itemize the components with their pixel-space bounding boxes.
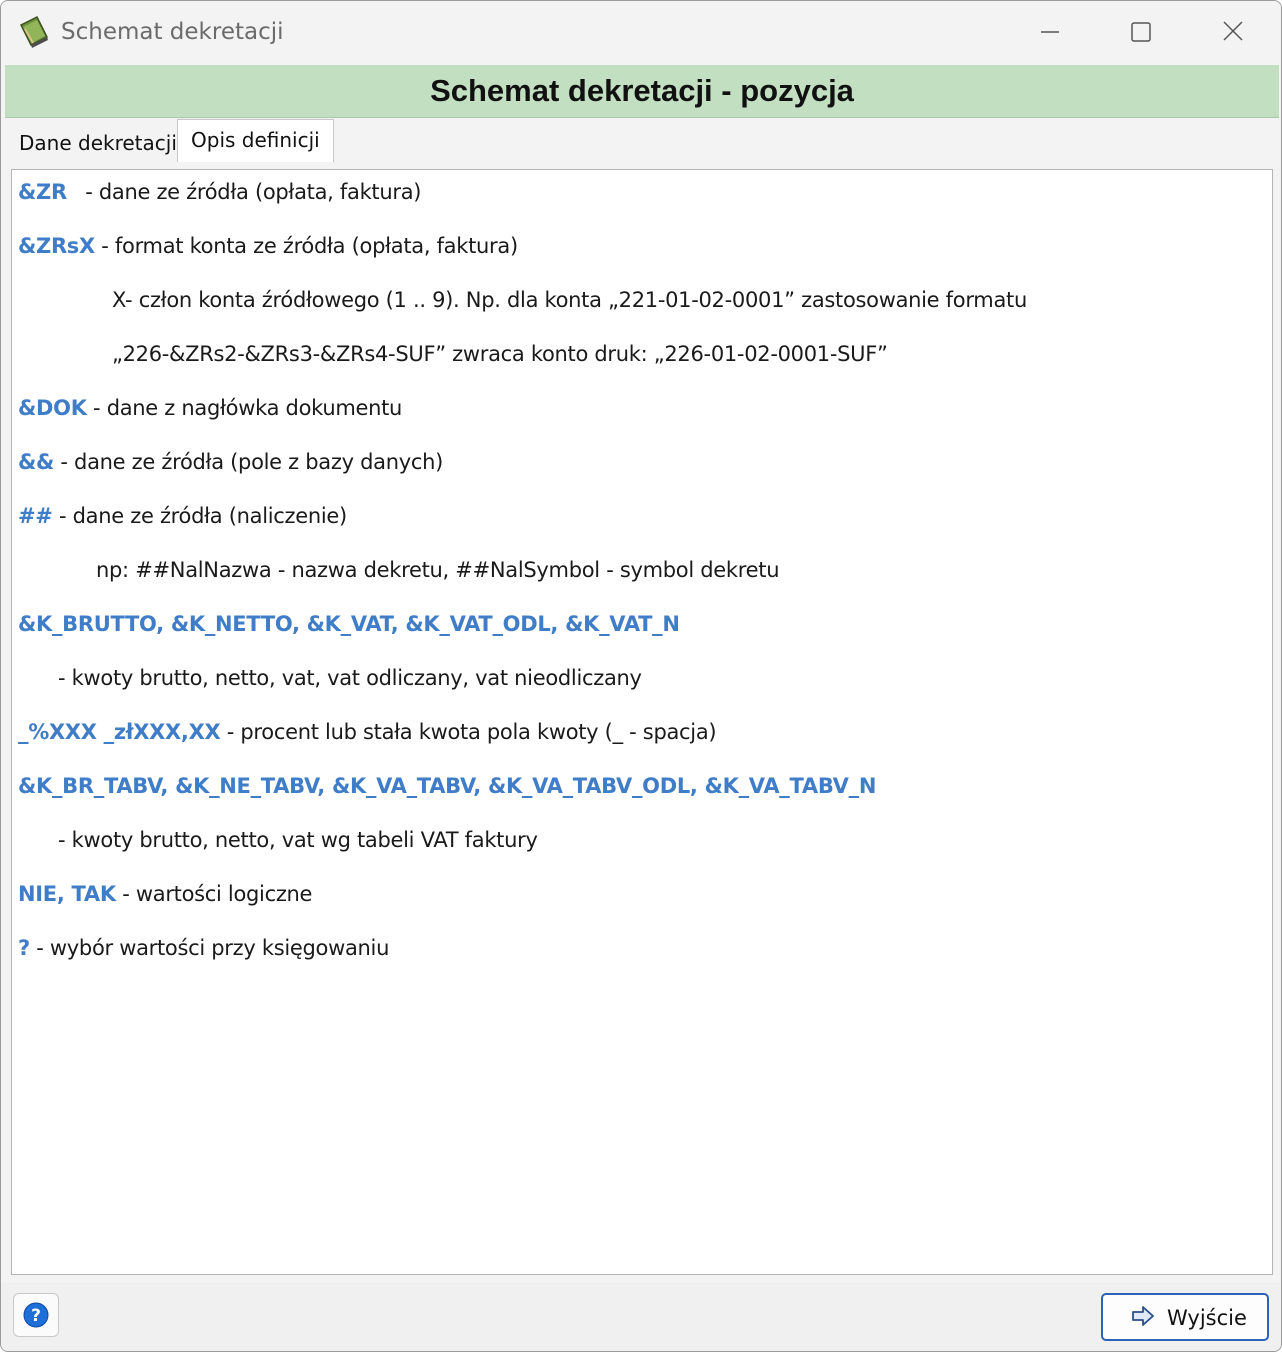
close-icon[interactable]	[1213, 15, 1253, 49]
arrow-right-icon	[1132, 1306, 1154, 1326]
footer-bar: ? Wyjście	[1, 1283, 1281, 1351]
tab-opis-definicji[interactable]: Opis definicji	[177, 119, 334, 162]
window-title: Schemat dekretacji	[61, 19, 284, 45]
desc-line: „226-&ZRs2-&ZRs3-&ZRs4-SUF” zwraca konto…	[112, 342, 888, 366]
desc-line: &ZR - dane ze źródła (opłata, faktura)	[18, 180, 422, 204]
title-bar: Schemat dekretacji	[1, 1, 1281, 63]
desc-line: &ZRsX - format konta ze źródła (opłata, …	[18, 234, 518, 258]
help-icon: ?	[23, 1302, 49, 1328]
desc-line: &DOK - dane z nagłówka dokumentu	[18, 396, 403, 420]
definition-description-panel: &ZR - dane ze źródła (opłata, faktura) &…	[11, 169, 1273, 1275]
dialog-window: Schemat dekretacji Schemat dekretacji - …	[0, 0, 1282, 1352]
desc-line: np: ##NalNazwa - nazwa dekretu, ##NalSym…	[96, 558, 780, 582]
svg-text:?: ?	[31, 1306, 41, 1326]
desc-line: _%XXX _złXXX,XX - procent lub stała kwot…	[18, 720, 717, 744]
desc-line: NIE, TAK - wartości logiczne	[18, 882, 313, 906]
desc-line: ? - wybór wartości przy księgowaniu	[18, 936, 390, 960]
tab-strip: Dane dekretacji Opis definicji	[5, 119, 1279, 163]
desc-line: - kwoty brutto, netto, vat wg tabeli VAT…	[58, 828, 538, 852]
desc-line: &K_BR_TABV, &K_NE_TABV, &K_VA_TABV, &K_V…	[18, 774, 877, 798]
desc-line: - kwoty brutto, netto, vat, vat odliczan…	[58, 666, 642, 690]
desc-line: ## - dane ze źródła (naliczenie)	[18, 504, 347, 528]
maximize-icon[interactable]	[1121, 15, 1161, 49]
desc-line: && - dane ze źródła (pole z bazy danych)	[18, 450, 443, 474]
section-header: Schemat dekretacji - pozycja	[5, 65, 1279, 118]
desc-line: X- człon konta źródłowego (1 .. 9). Np. …	[112, 288, 1027, 312]
tab-dane-dekretacji[interactable]: Dane dekretacji	[9, 123, 188, 161]
help-button[interactable]: ?	[13, 1293, 59, 1337]
desc-line: &K_BRUTTO, &K_NETTO, &K_VAT, &K_VAT_ODL,…	[18, 612, 680, 636]
exit-button[interactable]: Wyjście	[1101, 1293, 1269, 1341]
book-icon	[19, 15, 49, 48]
minimize-icon[interactable]	[1029, 15, 1069, 49]
exit-button-label: Wyjście	[1167, 1306, 1247, 1330]
